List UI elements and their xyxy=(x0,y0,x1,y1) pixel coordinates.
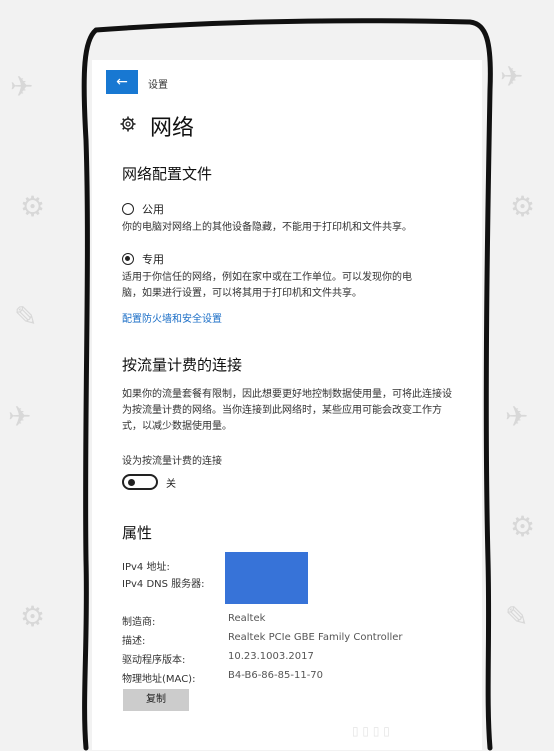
watermark: ▯ ▯ ▯ ▯ xyxy=(352,724,390,738)
hand-drawn-frame xyxy=(81,18,493,751)
